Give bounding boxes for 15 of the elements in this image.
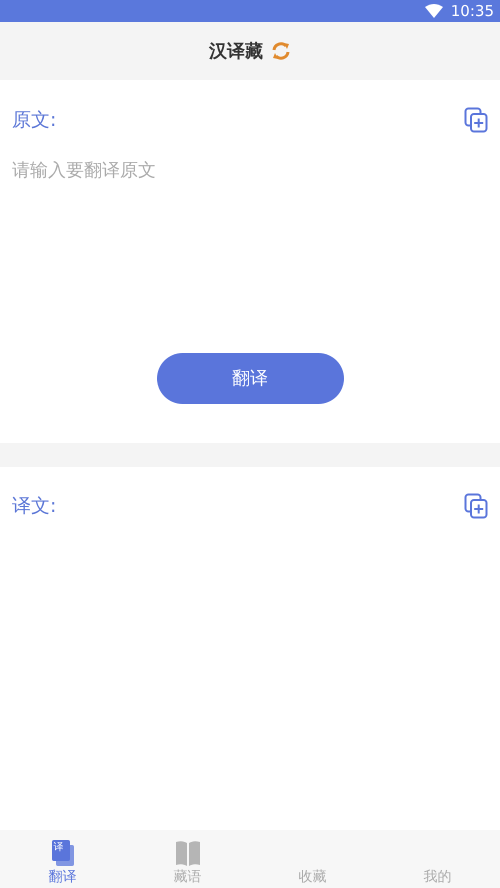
copy-icon[interactable] [464, 493, 488, 520]
app-title: 汉译藏 [209, 40, 263, 64]
wifi-icon [424, 4, 443, 18]
tab[interactable]: 藏语 [125, 830, 250, 888]
tab[interactable]: 收藏 [250, 830, 375, 888]
copy-icon[interactable] [464, 107, 488, 134]
source-label: 原文: [12, 108, 56, 133]
result-label: 译文: [12, 494, 56, 519]
tab[interactable]: 译 翻译 [0, 830, 125, 888]
refresh-icon[interactable] [271, 41, 291, 61]
source-input-field[interactable]: 请输入要翻译原文 [12, 156, 488, 184]
tab[interactable]: 我的 [375, 830, 500, 888]
book-icon [174, 839, 200, 867]
clock-time: 10:35 [450, 0, 494, 22]
translate-button[interactable]: 翻译 [156, 352, 344, 404]
